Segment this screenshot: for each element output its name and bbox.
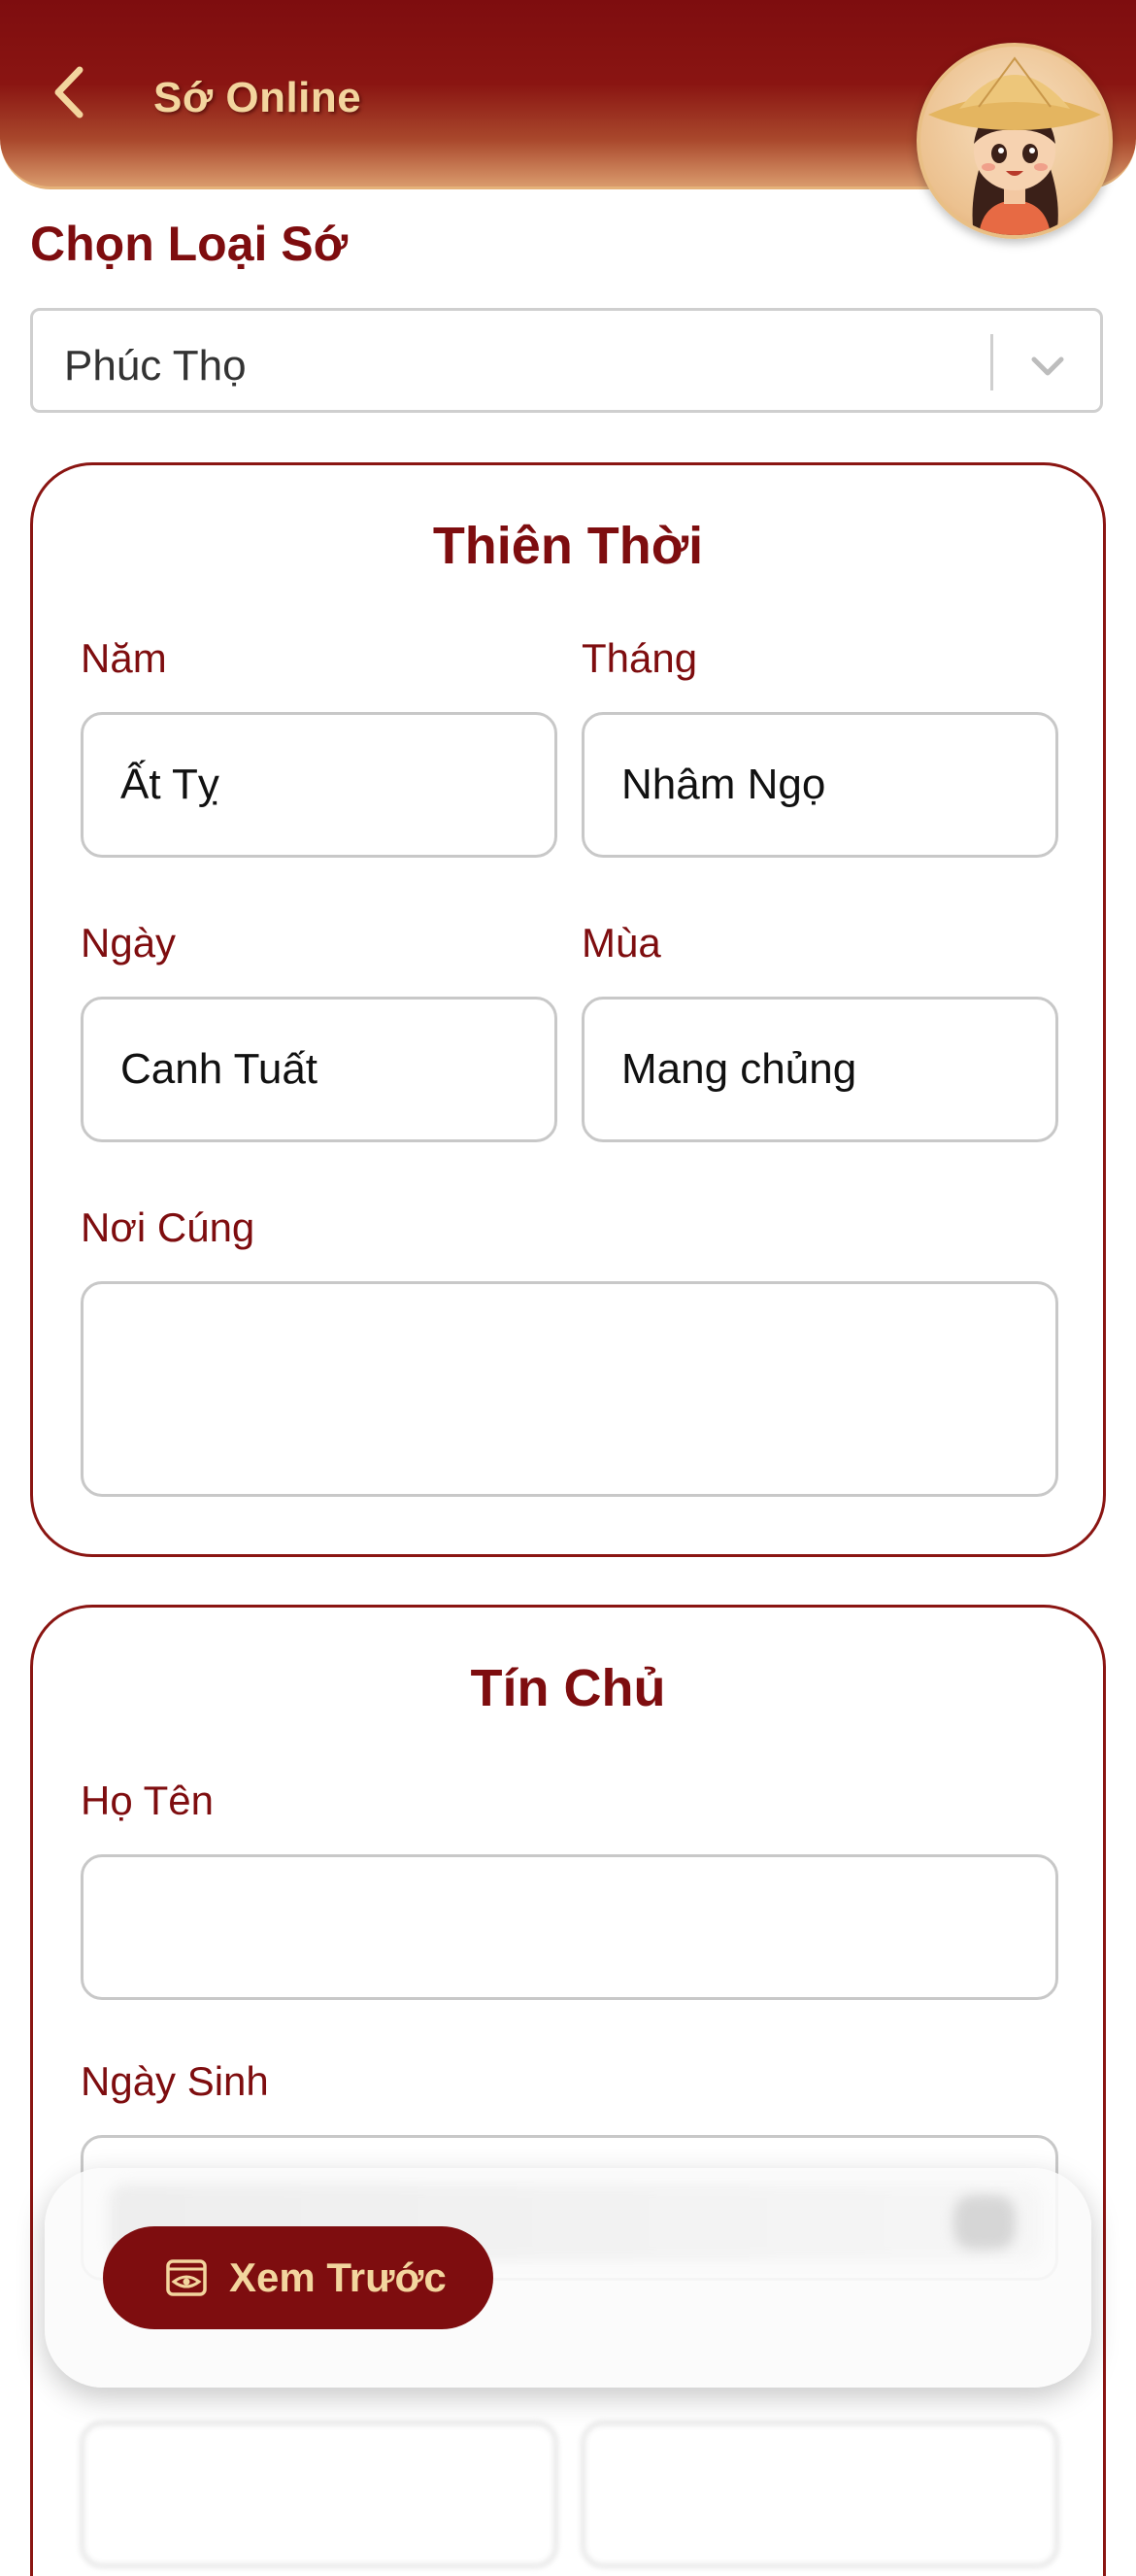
thien-thoi-card: Thiên Thời Năm Tháng Ất Tỵ Nhâm Ngọ Ngày…: [30, 462, 1106, 1557]
mua-label: Mùa: [582, 920, 661, 966]
chevron-down-icon[interactable]: [1024, 342, 1071, 389]
ho-ten-input[interactable]: [81, 1854, 1058, 2000]
preview-label: Xem Trước: [229, 2254, 447, 2300]
thang-label: Tháng: [582, 635, 698, 681]
nam-input[interactable]: Ất Tỵ: [81, 712, 557, 858]
select-value: Phúc Thọ: [64, 342, 247, 390]
partial-input-right[interactable]: [582, 2422, 1058, 2567]
nam-label: Năm: [81, 635, 167, 681]
page-title: Sớ Online: [153, 74, 362, 121]
back-button[interactable]: [39, 58, 107, 126]
ho-ten-label: Họ Tên: [81, 1778, 214, 1823]
mua-input[interactable]: Mang chủng: [582, 997, 1058, 1142]
select-type-heading: Chọn Loại Sớ: [30, 217, 349, 271]
partial-input-left[interactable]: [81, 2422, 557, 2567]
ngay-label: Ngày: [81, 920, 177, 966]
preview-button[interactable]: Xem Trước: [103, 2226, 493, 2329]
avatar[interactable]: [917, 43, 1113, 239]
tin-chu-card: Tín Chủ Họ Tên Ngày Sinh: [30, 1605, 1106, 2576]
card-title: Tín Chủ: [470, 1659, 666, 1717]
so-type-select[interactable]: Phúc Thọ: [30, 308, 1103, 413]
thang-input[interactable]: Nhâm Ngọ: [582, 712, 1058, 858]
chevron-left-icon: [54, 66, 84, 119]
bottom-action-panel: Xem Trước: [45, 2168, 1091, 2388]
blurred-icon-backdrop: [953, 2195, 1016, 2250]
card-title: Thiên Thời: [432, 517, 704, 575]
ngay-input[interactable]: Canh Tuất: [81, 997, 557, 1142]
ngay-sinh-label: Ngày Sinh: [81, 2058, 269, 2104]
noi-cung-label: Nơi Cúng: [81, 1204, 255, 1250]
select-divider: [990, 334, 993, 390]
eye-icon: [166, 2259, 207, 2296]
girl-avatar-illustration: [928, 56, 1101, 235]
noi-cung-input[interactable]: [81, 1281, 1058, 1497]
